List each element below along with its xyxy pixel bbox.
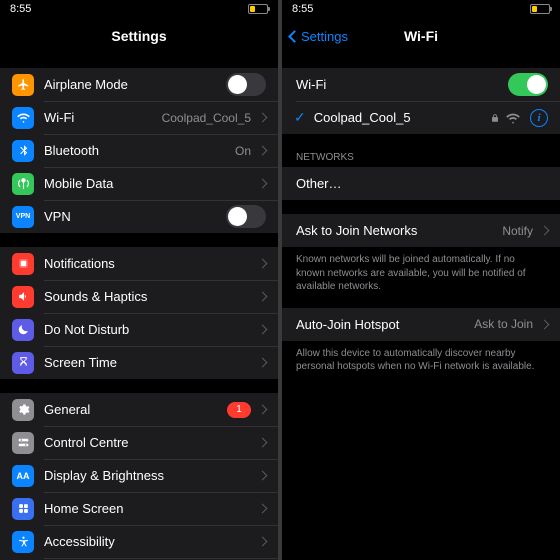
notifications-icon xyxy=(12,253,34,275)
row-detail: On xyxy=(235,144,251,158)
battery-icon xyxy=(248,4,268,14)
row-label: Ask to Join Networks xyxy=(294,223,496,238)
row-label: Wi-Fi xyxy=(294,77,500,92)
chevron-right-icon xyxy=(258,292,268,302)
row-display[interactable]: AA Display & Brightness xyxy=(0,459,278,492)
speaker-icon xyxy=(12,286,34,308)
lock-icon xyxy=(490,113,500,123)
row-home-screen[interactable]: Home Screen xyxy=(0,492,278,525)
antenna-icon xyxy=(12,173,34,195)
moon-icon xyxy=(12,319,34,341)
row-label: Auto-Join Hotspot xyxy=(294,317,468,332)
row-label: Do Not Disturb xyxy=(44,322,251,337)
row-control-centre[interactable]: Control Centre xyxy=(0,426,278,459)
back-button[interactable]: Settings xyxy=(290,29,348,44)
person-icon xyxy=(12,531,34,553)
chevron-right-icon xyxy=(258,438,268,448)
chevron-right-icon xyxy=(258,113,268,123)
bluetooth-icon xyxy=(12,140,34,162)
checkmark-icon: ✓ xyxy=(294,109,306,126)
airplane-icon xyxy=(12,74,34,96)
grid-icon xyxy=(12,498,34,520)
status-bar: 8:55 xyxy=(0,0,278,18)
back-label: Settings xyxy=(301,29,348,44)
row-ask-to-join[interactable]: Ask to Join Networks Notify xyxy=(282,214,560,247)
row-label: Wi-Fi xyxy=(44,110,156,125)
row-bluetooth[interactable]: Bluetooth On xyxy=(0,134,278,167)
switches-icon xyxy=(12,432,34,454)
row-detail: Notify xyxy=(502,224,533,238)
row-label: Display & Brightness xyxy=(44,468,251,483)
chevron-right-icon xyxy=(540,319,550,329)
chevron-right-icon xyxy=(540,226,550,236)
chevron-right-icon xyxy=(258,471,268,481)
row-detail: Ask to Join xyxy=(474,317,533,331)
row-label: General xyxy=(44,402,221,417)
auto-join-footer: Allow this device to automatically disco… xyxy=(282,341,560,374)
chevron-right-icon xyxy=(258,325,268,335)
row-label: Sounds & Haptics xyxy=(44,289,251,304)
settings-screen: 8:55 Settings Airplane Mode xyxy=(0,0,278,560)
ask-to-join-footer: Known networks will be joined automatica… xyxy=(282,247,560,294)
row-label: Screen Time xyxy=(44,355,251,370)
row-notifications[interactable]: Notifications xyxy=(0,247,278,280)
row-label: Mobile Data xyxy=(44,176,251,191)
chevron-right-icon xyxy=(258,504,268,514)
row-label: Notifications xyxy=(44,256,251,271)
chevron-right-icon xyxy=(258,179,268,189)
status-time: 8:55 xyxy=(10,3,31,15)
row-label: Bluetooth xyxy=(44,143,229,158)
network-name: Coolpad_Cool_5 xyxy=(314,110,484,125)
text-size-icon: AA xyxy=(12,465,34,487)
wifi-screen: 8:55 Settings Wi-Fi Wi-Fi xyxy=(282,0,560,560)
row-general[interactable]: General 1 xyxy=(0,393,278,426)
row-connected-network[interactable]: ✓ Coolpad_Cool_5 i xyxy=(282,101,560,134)
wifi-signal-icon xyxy=(506,111,520,125)
nav-bar: Settings Wi-Fi xyxy=(282,18,560,54)
gear-icon xyxy=(12,399,34,421)
page-title: Settings xyxy=(0,28,278,44)
row-detail: Coolpad_Cool_5 xyxy=(162,111,251,125)
row-label: Other… xyxy=(294,176,548,191)
row-screen-time[interactable]: Screen Time xyxy=(0,346,278,379)
status-time: 8:55 xyxy=(292,3,313,15)
row-label: Control Centre xyxy=(44,435,251,450)
row-wifi[interactable]: Wi-Fi Coolpad_Cool_5 xyxy=(0,101,278,134)
row-mobile-data[interactable]: Mobile Data xyxy=(0,167,278,200)
row-sounds[interactable]: Sounds & Haptics xyxy=(0,280,278,313)
notification-badge: 1 xyxy=(227,402,251,418)
chevron-right-icon xyxy=(258,146,268,156)
wifi-icon xyxy=(12,107,34,129)
hourglass-icon xyxy=(12,352,34,374)
chevron-right-icon xyxy=(258,537,268,547)
row-wifi-toggle[interactable]: Wi-Fi xyxy=(282,68,560,101)
row-airplane-mode[interactable]: Airplane Mode xyxy=(0,68,278,101)
info-icon[interactable]: i xyxy=(530,109,548,127)
chevron-left-icon xyxy=(288,30,301,43)
chevron-right-icon xyxy=(258,259,268,269)
battery-icon xyxy=(530,4,550,14)
vpn-icon: VPN xyxy=(12,206,34,228)
row-other-network[interactable]: Other… xyxy=(282,167,560,200)
row-dnd[interactable]: Do Not Disturb xyxy=(0,313,278,346)
row-label: Airplane Mode xyxy=(44,77,218,92)
row-vpn[interactable]: VPN VPN xyxy=(0,200,278,233)
nav-bar: Settings xyxy=(0,18,278,54)
chevron-right-icon xyxy=(258,405,268,415)
row-label: Home Screen xyxy=(44,501,251,516)
airplane-switch[interactable] xyxy=(226,73,266,96)
status-bar: 8:55 xyxy=(282,0,560,18)
row-accessibility[interactable]: Accessibility xyxy=(0,525,278,558)
networks-header: Networks xyxy=(282,148,560,167)
vpn-switch[interactable] xyxy=(226,205,266,228)
row-label: Accessibility xyxy=(44,534,251,549)
chevron-right-icon xyxy=(258,358,268,368)
row-auto-join-hotspot[interactable]: Auto-Join Hotspot Ask to Join xyxy=(282,308,560,341)
wifi-switch[interactable] xyxy=(508,73,548,96)
row-label: VPN xyxy=(44,209,218,224)
